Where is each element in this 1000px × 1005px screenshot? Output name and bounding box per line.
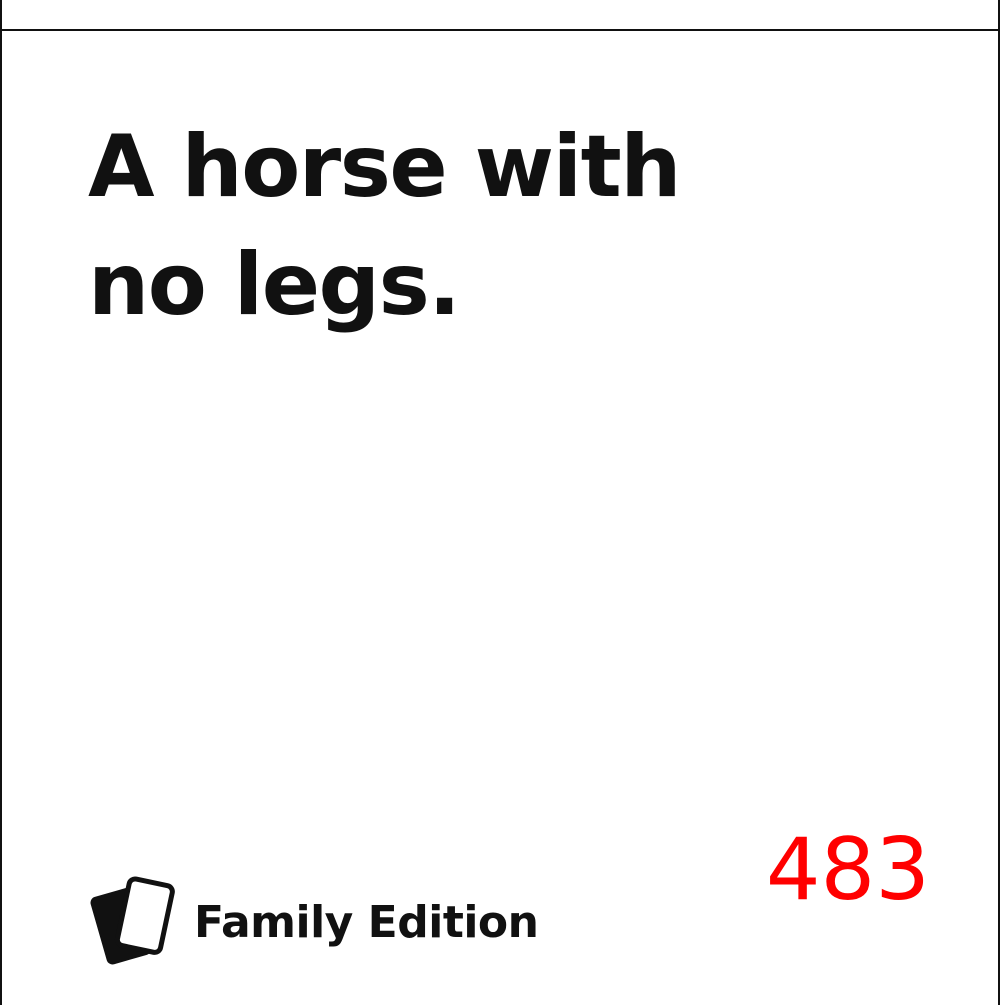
card-text-line-1: A horse with xyxy=(88,117,681,217)
page: A horse with no legs. 483 Family Edition xyxy=(0,0,1000,1005)
card-text-line-2: no legs. xyxy=(88,235,461,335)
stacked-cards-icon xyxy=(90,876,175,965)
brand-label: Family Edition xyxy=(194,896,539,948)
card-text: A horse with no legs. xyxy=(88,108,708,344)
card-top-edge xyxy=(0,0,1000,29)
brand-logo: Family Edition xyxy=(88,876,539,968)
card-number: 483 xyxy=(765,820,930,920)
